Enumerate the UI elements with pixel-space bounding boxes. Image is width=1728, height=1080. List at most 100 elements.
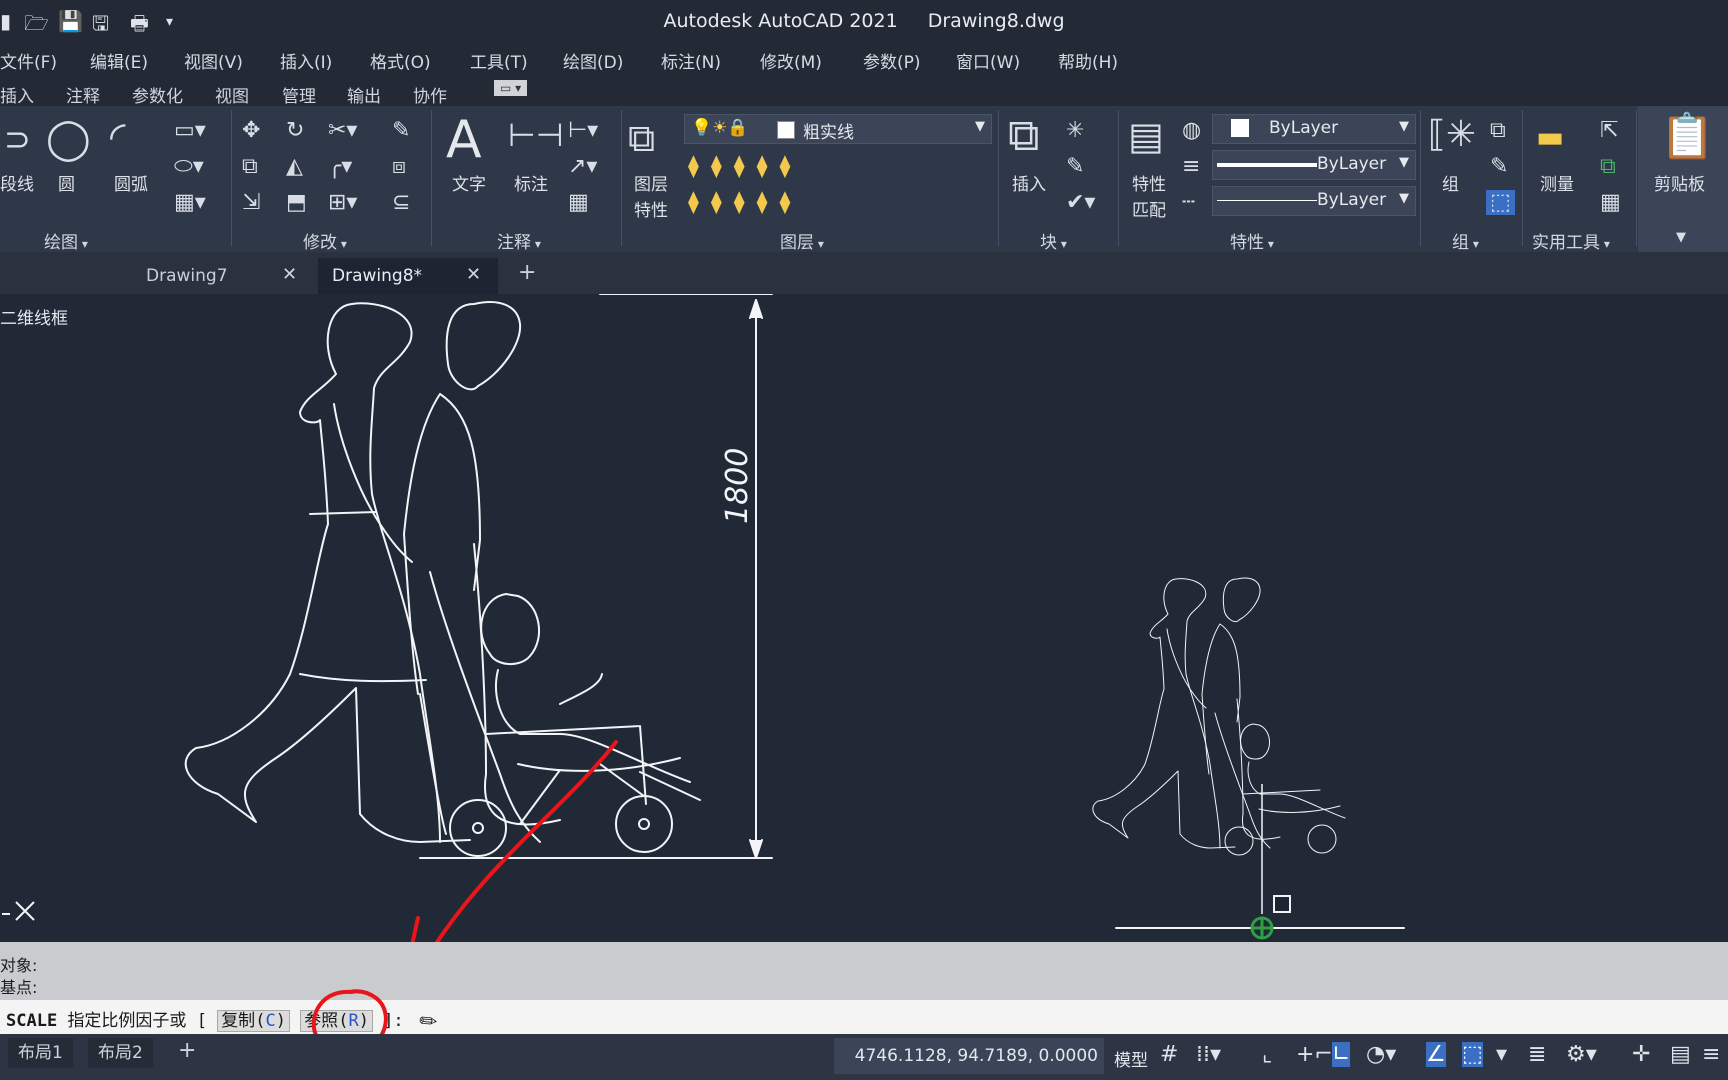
menu-insert[interactable]: 插入(I)	[280, 48, 332, 73]
model-space-button[interactable]: 模型	[1114, 1046, 1148, 1071]
menu-edit[interactable]: 编辑(E)	[90, 48, 148, 73]
close-icon[interactable]: ✕	[282, 264, 297, 285]
measure-label[interactable]: 测量	[1540, 170, 1574, 195]
draw-panel-title[interactable]: 绘图	[44, 228, 88, 253]
modify-panel-title[interactable]: 修改	[303, 228, 347, 253]
utilities-panel-title[interactable]: 实用工具	[1532, 228, 1610, 253]
doc-tab-drawing8[interactable]: Drawing8* ✕	[318, 258, 498, 294]
groups-panel-title[interactable]: 组	[1452, 228, 1479, 253]
ortho-icon[interactable]: ∟	[1332, 1042, 1351, 1067]
menu-view[interactable]: 视图(V)	[184, 48, 243, 73]
layers-panel-title[interactable]: 图层	[780, 228, 824, 253]
text-icon[interactable]: A	[446, 110, 482, 170]
trim-icon[interactable]: ✂▾	[328, 118, 357, 143]
insert-block-icon[interactable]: ⧉	[1008, 110, 1039, 161]
fillet-icon[interactable]: ╭▾	[328, 154, 352, 179]
rotate-icon[interactable]: ↻	[286, 118, 304, 143]
command-line[interactable]: SCALE 指定比例因子或 [ 复制(C) 参照(R) ]: ✎	[0, 989, 1728, 1054]
match-properties-label-2[interactable]: 匹配	[1132, 196, 1166, 221]
ribbon-toggle-icon[interactable]: ▭ ▾	[494, 80, 528, 96]
tab-view[interactable]: 视图	[215, 82, 249, 107]
ellipse-icon[interactable]: ⬭▾	[174, 154, 204, 179]
layer-dropdown[interactable]: 💡☀🔒 粗实线 ▼	[684, 114, 992, 144]
paste-icon[interactable]: 📋	[1660, 110, 1715, 162]
properties-toggle-icon[interactable]: ▤	[1670, 1042, 1691, 1067]
menu-parameters[interactable]: 参数(P)	[863, 48, 921, 73]
tab-manage[interactable]: 管理	[282, 82, 316, 107]
layer-tools-row2-icons[interactable]: ⧫⧫⧫⧫⧫	[688, 190, 802, 215]
chevron-down-icon[interactable]: ▼	[1676, 230, 1686, 245]
id-point-icon[interactable]: ⇱	[1600, 118, 1618, 143]
group-edit-icon[interactable]: ✎	[1490, 154, 1508, 179]
menu-file[interactable]: 文件(F)	[0, 48, 57, 73]
group-select-icon[interactable]: ⬚	[1486, 190, 1515, 215]
polyline-icon[interactable]: ⊃	[4, 120, 31, 158]
match-properties-icon[interactable]: ▤	[1128, 114, 1164, 158]
arc-label[interactable]: 圆弧	[114, 170, 148, 195]
tab-output[interactable]: 输出	[347, 82, 381, 107]
copy-icon[interactable]: ⧉	[242, 154, 258, 179]
group-icon[interactable]: ⟦✳	[1428, 114, 1476, 155]
snap-icon[interactable]: ⁞⁞▾	[1196, 1042, 1221, 1067]
ungroup-icon[interactable]: ⧉	[1490, 118, 1506, 143]
annotation-panel-title[interactable]: 注释	[497, 228, 541, 253]
layer-tools-row1-icons[interactable]: ⧫⧫⧫⧫⧫	[688, 154, 802, 179]
offset-icon[interactable]: ⊆	[392, 190, 410, 215]
polar-tracking-icon[interactable]: ◔▾	[1366, 1042, 1396, 1067]
tab-parametric[interactable]: 参数化	[132, 82, 183, 107]
group-label[interactable]: 组	[1442, 170, 1459, 195]
object-snap-icon[interactable]: ⬚	[1462, 1042, 1483, 1067]
layout-tab-2[interactable]: 布局2	[88, 1038, 153, 1068]
lineweight-icon[interactable]: ≡	[1182, 154, 1200, 179]
lineweight-toggle-icon[interactable]: ≣	[1528, 1042, 1546, 1067]
measure-icon[interactable]: ▬	[1536, 120, 1564, 155]
match-properties-label-1[interactable]: 特性	[1132, 170, 1166, 195]
leader-icon[interactable]: ↗▾	[568, 154, 597, 179]
properties-panel-title[interactable]: 特性	[1230, 228, 1274, 253]
layer-properties-label-2[interactable]: 特性	[634, 196, 668, 221]
option-copy[interactable]: 复制(C)	[217, 1010, 290, 1032]
menu-dimension[interactable]: 标注(N)	[661, 48, 721, 73]
tab-collaborate[interactable]: 协作	[413, 82, 447, 107]
rectangle-icon[interactable]: ▭▾	[174, 118, 206, 143]
chevron-down-icon[interactable]: ▾	[1496, 1042, 1507, 1067]
explode-icon[interactable]: ⧈	[392, 154, 406, 179]
calculator-icon[interactable]: ▦	[1600, 190, 1621, 215]
attribute-icon[interactable]: ✔▾	[1066, 190, 1095, 215]
coordinates-display[interactable]: 4746.1128, 94.7189, 0.0000	[834, 1038, 1104, 1074]
menu-modify[interactable]: 修改(M)	[760, 48, 822, 73]
close-icon[interactable]: ✕	[466, 264, 481, 285]
insert-block-label[interactable]: 插入	[1012, 170, 1046, 195]
circle-icon[interactable]: ◯	[46, 116, 91, 162]
circle-label[interactable]: 圆	[58, 170, 75, 195]
polyline-label[interactable]: 段线	[0, 170, 34, 195]
drawing-canvas[interactable]: 二维线框 1800	[0, 294, 1728, 942]
layer-properties-label-1[interactable]: 图层	[634, 170, 668, 195]
move-icon[interactable]: ✥	[242, 118, 260, 143]
scale-icon[interactable]: ⬒	[286, 190, 307, 215]
customize-status-icon[interactable]: ≡	[1702, 1042, 1720, 1067]
mirror-icon[interactable]: ◭	[286, 154, 303, 179]
tab-annotate[interactable]: 注释	[66, 82, 100, 107]
hatch-icon[interactable]: ▦▾	[174, 190, 206, 215]
array-icon[interactable]: ⊞▾	[328, 190, 357, 215]
clipboard-label[interactable]: 剪贴板	[1654, 170, 1705, 195]
isodraft-icon[interactable]: ∠	[1426, 1042, 1446, 1067]
gear-icon[interactable]: ⚙▾	[1566, 1042, 1597, 1067]
color-dropdown[interactable]: ByLayer ▼	[1212, 114, 1416, 144]
arc-icon[interactable]: ◜	[110, 114, 126, 160]
dynamic-input-icon[interactable]: +⌐	[1296, 1042, 1333, 1067]
table-icon[interactable]: ▦	[568, 190, 589, 215]
grid-icon[interactable]: #	[1160, 1042, 1178, 1067]
infer-constraints-icon[interactable]: ⌞	[1262, 1042, 1272, 1067]
create-block-icon[interactable]: ✳	[1066, 118, 1084, 143]
menu-format[interactable]: 格式(O)	[370, 48, 431, 73]
edit-block-icon[interactable]: ✎	[1066, 154, 1084, 179]
text-label[interactable]: 文字	[452, 170, 486, 195]
linetype-dropdown[interactable]: ByLayer ▼	[1212, 186, 1416, 216]
color-wheel-icon[interactable]: ◍	[1182, 118, 1201, 143]
add-layout-icon[interactable]: +	[178, 1038, 196, 1063]
linear-dim-icon[interactable]: ⊢▾	[568, 118, 598, 143]
tab-insert[interactable]: 插入	[0, 82, 34, 107]
menu-tools[interactable]: 工具(T)	[470, 48, 528, 73]
